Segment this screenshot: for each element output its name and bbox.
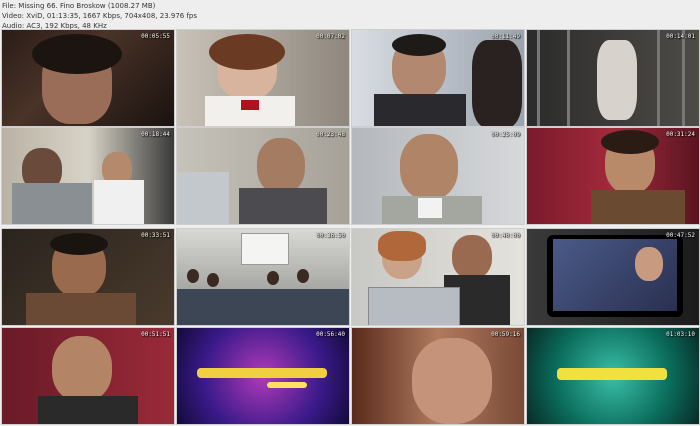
contact-sheet: File: Missing 66. Fino Broskow (1008.27 … xyxy=(0,0,700,426)
thumbnail-10[interactable]: 00:36:50 xyxy=(176,228,350,326)
thumbnail-12[interactable]: 00:47:52 xyxy=(526,228,700,326)
timestamp: 00:18:44 xyxy=(141,131,170,138)
thumbnail-6[interactable]: 00:23:48 xyxy=(176,127,350,225)
timestamp: 00:25:09 xyxy=(491,131,520,138)
file-info-header: File: Missing 66. Fino Broskow (1008.27 … xyxy=(2,1,692,31)
timestamp: 00:59:16 xyxy=(491,331,520,338)
timestamp: 00:36:50 xyxy=(316,232,345,239)
timestamp: 00:05:55 xyxy=(141,33,170,40)
thumbnail-1[interactable]: 00:05:55 xyxy=(1,29,175,127)
thumbnail-2[interactable]: 00:07:02 xyxy=(176,29,350,127)
thumbnail-15[interactable]: 00:59:16 xyxy=(351,327,525,425)
file-info-line: File: Missing 66. Fino Broskow (1008.27 … xyxy=(2,2,156,10)
timestamp: 00:31:24 xyxy=(666,131,695,138)
timestamp: 00:07:02 xyxy=(316,33,345,40)
thumbnail-11[interactable]: 00:40:00 xyxy=(351,228,525,326)
thumbnail-3[interactable]: 00:11:49 xyxy=(351,29,525,127)
thumbnail-7[interactable]: 00:25:09 xyxy=(351,127,525,225)
thumbnail-9[interactable]: 00:33:51 xyxy=(1,228,175,326)
timestamp: 00:51:51 xyxy=(141,331,170,338)
thumbnail-4[interactable]: 00:14:01 xyxy=(526,29,700,127)
video-info-line: Video: XviD, 01:13:35, 1667 Kbps, 704x40… xyxy=(2,12,198,20)
timestamp: 00:33:51 xyxy=(141,232,170,239)
timestamp: 00:47:52 xyxy=(666,232,695,239)
thumbnail-8[interactable]: 00:31:24 xyxy=(526,127,700,225)
timestamp: 00:23:48 xyxy=(316,131,345,138)
timestamp: 01:03:10 xyxy=(666,331,695,338)
thumbnail-13[interactable]: 00:51:51 xyxy=(1,327,175,425)
thumbnail-5[interactable]: 00:18:44 xyxy=(1,127,175,225)
thumbnail-14[interactable]: 00:56:40 xyxy=(176,327,350,425)
timestamp: 00:14:01 xyxy=(666,33,695,40)
timestamp: 00:40:00 xyxy=(491,232,520,239)
timestamp: 00:11:49 xyxy=(491,33,520,40)
thumbnail-16[interactable]: 01:03:10 xyxy=(526,327,700,425)
timestamp: 00:56:40 xyxy=(316,331,345,338)
